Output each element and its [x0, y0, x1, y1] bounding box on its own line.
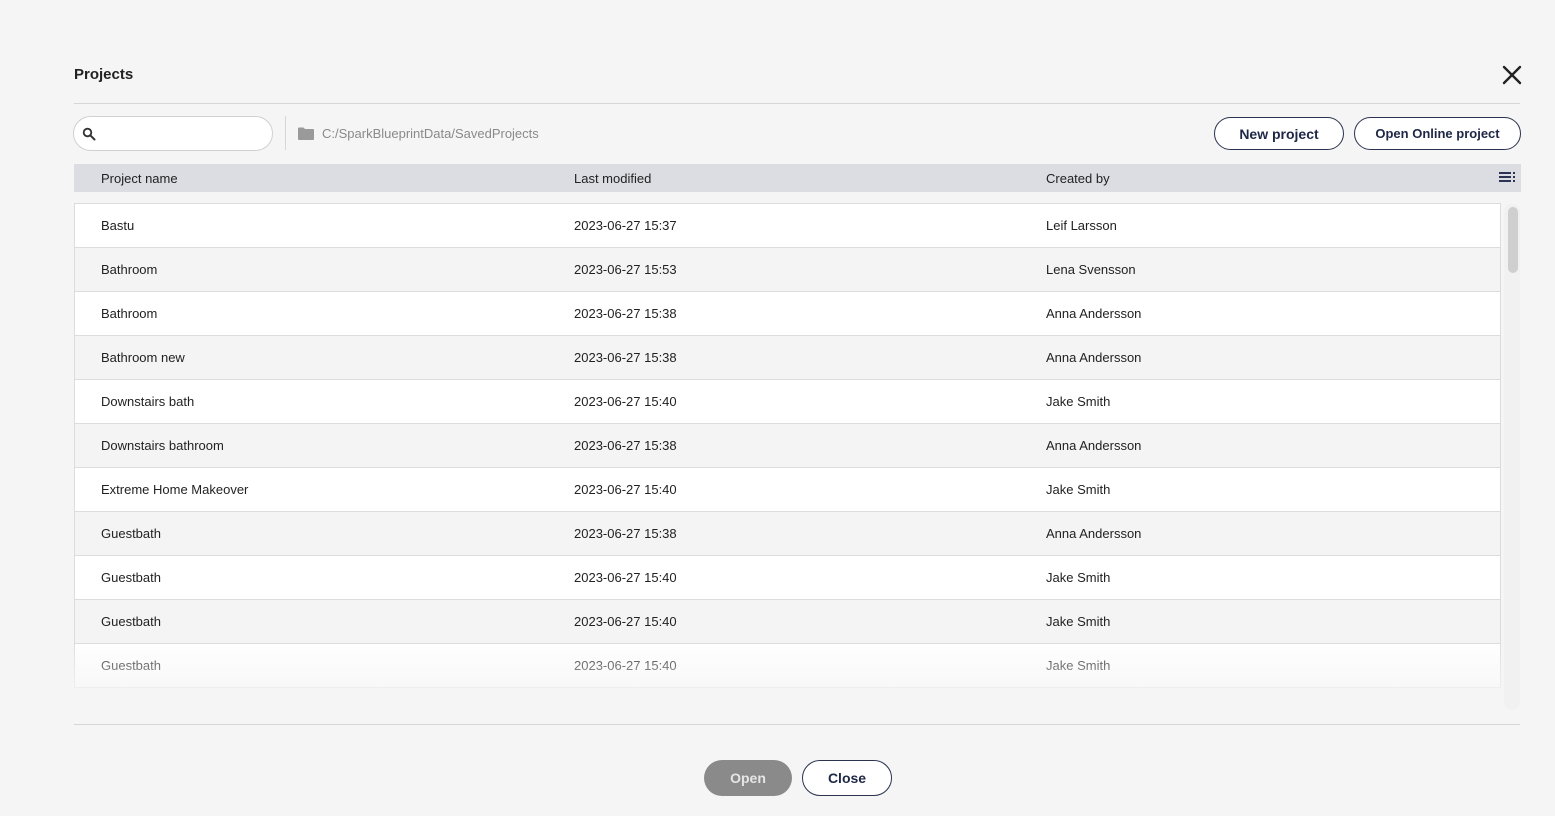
cell-project-name: Downstairs bathroom: [101, 438, 224, 453]
cell-created-by: Jake Smith: [1046, 394, 1111, 409]
scrollbar-thumb[interactable]: [1508, 207, 1518, 273]
table-row[interactable]: Bathroom new 2023-06-27 15:38 Anna Anderss…: [74, 336, 1501, 380]
cell-last-modified: 2023-06-27 15:53: [574, 262, 677, 277]
cell-project-name: Bathroom: [101, 262, 158, 277]
cell-project-name: Guestbath: [101, 658, 161, 673]
table-row[interactable]: Guestbath 2023-06-27 15:40 Jake Smith: [74, 556, 1501, 600]
cell-project-name: Extreme Home Makeover: [101, 482, 249, 497]
cell-project-name: Bathroom: [101, 306, 158, 321]
open-button[interactable]: Open: [704, 760, 792, 796]
table-row[interactable]: Extreme Home Makeover 2023-06-27 15:40 Jak…: [74, 468, 1501, 512]
table-row[interactable]: Guestbath 2023-06-27 15:38 Anna Andersson: [74, 512, 1501, 556]
scrollbar-track[interactable]: [1504, 204, 1520, 710]
folder-icon: [298, 127, 314, 140]
table-row[interactable]: Bastu 2023-06-27 15:37 Leif Larsson: [74, 204, 1501, 248]
cell-project-name: Bastu: [101, 218, 135, 233]
column-settings-icon[interactable]: [1498, 170, 1516, 186]
column-header-last-modified[interactable]: Last modified: [574, 171, 651, 186]
search-input[interactable]: [102, 123, 266, 145]
cell-last-modified: 2023-06-27 15:38: [574, 438, 677, 453]
table-row[interactable]: Guestbath 2023-06-27 15:40 Jake Smith: [74, 600, 1501, 644]
table-row[interactable]: Downstairs bath 2023-06-27 15:40 Jake Smit…: [74, 380, 1501, 424]
cell-created-by: Jake Smith: [1046, 482, 1111, 497]
table-row[interactable]: Bathroom 2023-06-27 15:53 Lena Svensson: [74, 248, 1501, 292]
cell-created-by: Jake Smith: [1046, 658, 1111, 673]
cell-created-by: Jake Smith: [1046, 570, 1111, 585]
folder-path: C:/SparkBlueprintData/SavedProjects: [322, 126, 539, 141]
column-header-created-by[interactable]: Created by: [1046, 171, 1110, 186]
cell-created-by: Lena Svensson: [1046, 262, 1136, 277]
table-row[interactable]: Downstairs bathroom 2023-06-27 15:38 Anna …: [74, 424, 1501, 468]
cell-created-by: Anna Andersson: [1046, 350, 1142, 365]
cell-project-name: Guestbath: [101, 570, 161, 585]
projects-dialog: Projects C:/SparkBlueprintData/SavedProj…: [0, 0, 1555, 816]
cell-last-modified: 2023-06-27 15:40: [574, 482, 677, 497]
table-row[interactable]: Bathroom 2023-06-27 15:38 Anna Andersson: [74, 292, 1501, 336]
cell-created-by: Anna Andersson: [1046, 306, 1142, 321]
cell-last-modified: 2023-06-27 15:37: [574, 218, 677, 233]
cell-last-modified: 2023-06-27 15:38: [574, 526, 677, 541]
cell-project-name: Downstairs bath: [101, 394, 195, 409]
cell-last-modified: 2023-06-27 15:38: [574, 306, 677, 321]
cell-project-name: Guestbath: [101, 614, 161, 629]
table-row[interactable]: Guestbath 2023-06-27 15:40 Jake Smith: [74, 644, 1501, 688]
project-table-body: Bastu 2023-06-27 15:37 Leif Larsson Bathroo…: [74, 203, 1501, 712]
toolbar-separator: [285, 116, 286, 150]
cell-last-modified: 2023-06-27 15:40: [574, 570, 677, 585]
cell-last-modified: 2023-06-27 15:38: [574, 350, 677, 365]
footer-divider: [74, 724, 1520, 725]
search-box[interactable]: [73, 116, 273, 151]
cell-created-by: Jake Smith: [1046, 614, 1111, 629]
cell-created-by: Leif Larsson: [1046, 218, 1117, 233]
cell-last-modified: 2023-06-27 15:40: [574, 394, 677, 409]
column-header-project-name[interactable]: Project name: [101, 171, 178, 186]
header-divider: [74, 103, 1520, 104]
new-project-button[interactable]: New project: [1214, 117, 1344, 150]
table-header: Project name Last modified Created by: [74, 164, 1521, 192]
cell-created-by: Anna Andersson: [1046, 526, 1142, 541]
cell-last-modified: 2023-06-27 15:40: [574, 658, 677, 673]
cell-project-name: Guestbath: [101, 526, 161, 541]
cell-last-modified: 2023-06-27 15:40: [574, 614, 677, 629]
close-icon[interactable]: [1501, 64, 1523, 86]
open-online-project-button[interactable]: Open Online project: [1354, 117, 1521, 150]
cell-project-name: Bathroom new: [101, 350, 185, 365]
dialog-title: Projects: [74, 66, 134, 83]
cell-created-by: Anna Andersson: [1046, 438, 1142, 453]
close-button[interactable]: Close: [802, 760, 892, 796]
search-icon: [82, 127, 96, 141]
